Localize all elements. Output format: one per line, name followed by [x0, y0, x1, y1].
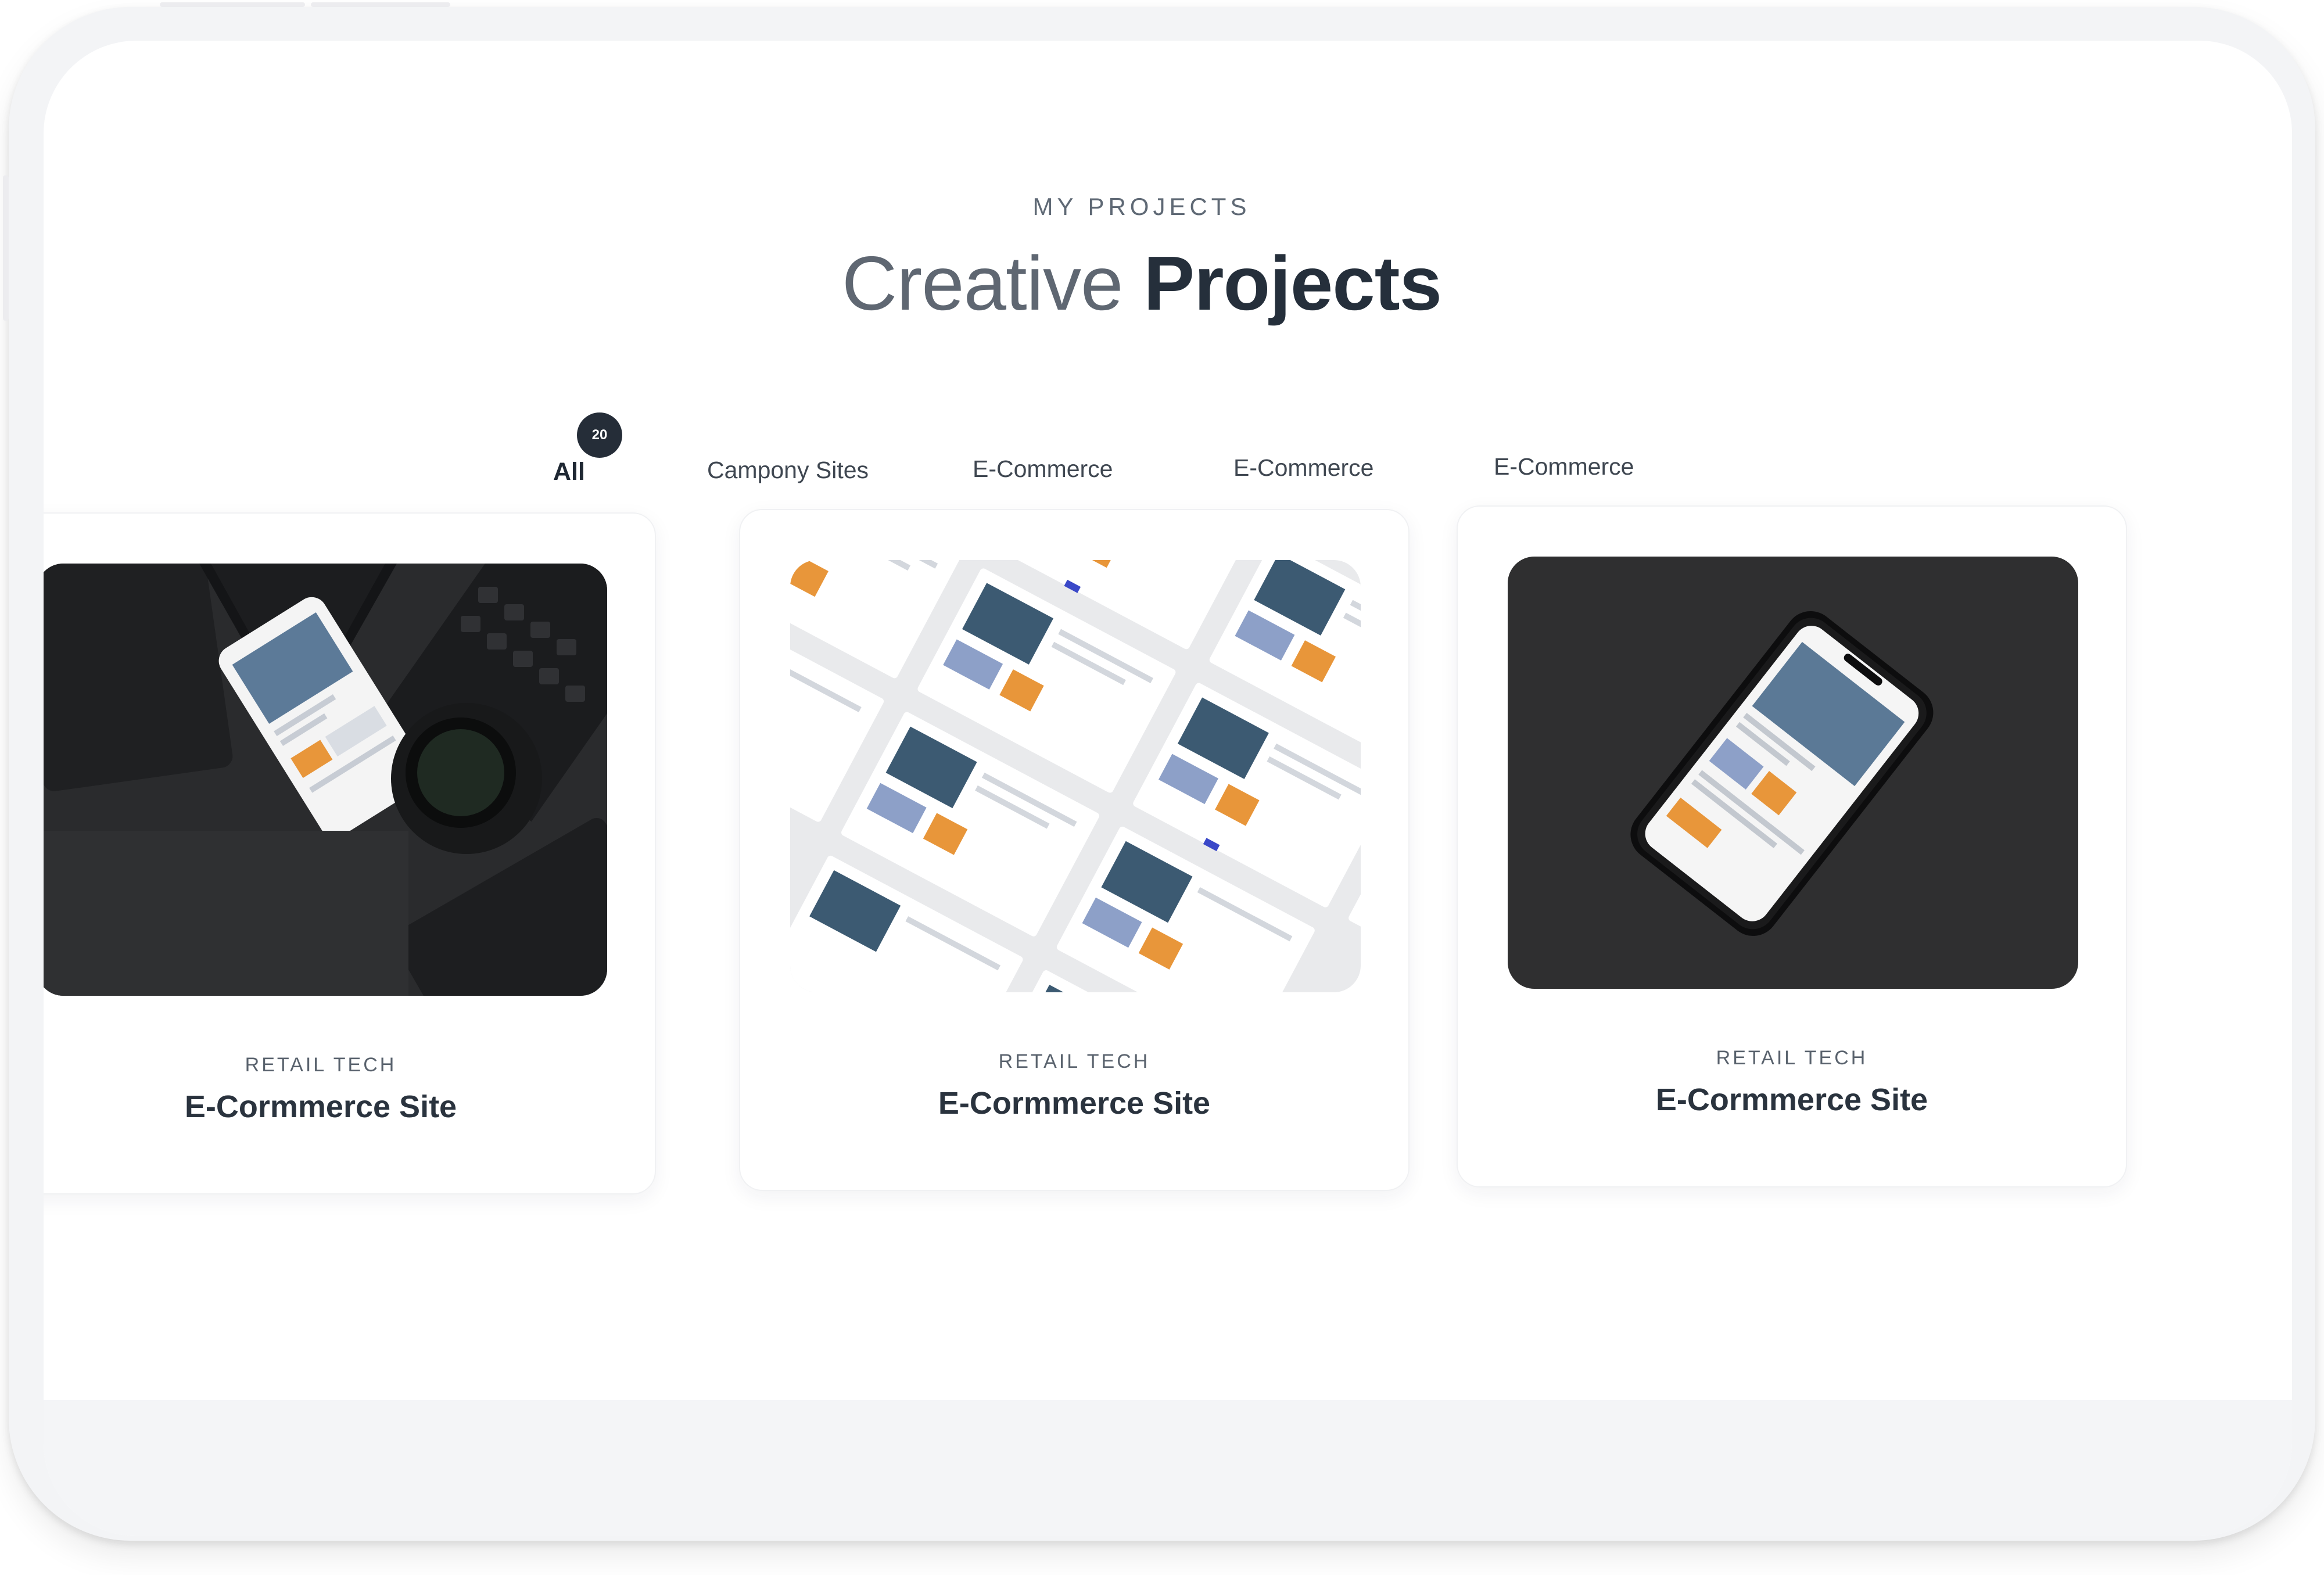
tab-e-commerce-3[interactable]: E-Commerce	[1494, 453, 1634, 480]
screen-footer	[44, 1400, 2292, 1536]
tab-all[interactable]: All	[553, 458, 585, 486]
all-count-badge: 20	[577, 412, 622, 458]
tab-campony-sites[interactable]: Campony Sites	[707, 457, 869, 484]
tablet-frame: MY PROJECTS Creative Projects 20 All Cam…	[3, 2, 2315, 1541]
tab-e-commerce-1[interactable]: E-Commerce	[973, 455, 1113, 483]
screen: MY PROJECTS Creative Projects 20 All Cam…	[44, 41, 2292, 1536]
project-category: RETAIL TECH	[245, 1054, 397, 1076]
project-card[interactable]: RETAIL TECH E-Cormmerce Site	[1457, 505, 2127, 1187]
project-thumbnail	[790, 560, 1361, 992]
page-title: Creative Projects	[44, 239, 2240, 328]
project-thumbnail	[44, 564, 607, 996]
filter-tabs: 20 All Campony Sites E-Commerce E-Commer…	[44, 412, 2292, 494]
section-eyebrow: MY PROJECTS	[1032, 193, 1251, 220]
project-card[interactable]: RETAIL TECH E-Cormmerce Site	[739, 509, 1410, 1191]
page-title-bold: Projects	[1143, 241, 1442, 326]
project-title[interactable]: E-Cormmerce Site	[740, 1085, 1408, 1121]
project-category: RETAIL TECH	[998, 1050, 1150, 1072]
project-title[interactable]: E-Cormmerce Site	[44, 1089, 655, 1125]
tab-e-commerce-2[interactable]: E-Commerce	[1233, 454, 1373, 482]
power-button	[160, 2, 305, 7]
project-title[interactable]: E-Cormmerce Site	[1458, 1082, 2126, 1118]
power-button-secondary	[311, 2, 450, 7]
volume-button	[3, 175, 9, 321]
project-thumbnail	[1508, 557, 2078, 989]
project-card[interactable]: RETAIL TECH E-Cormmerce Site	[44, 512, 656, 1194]
page-title-light: Creative	[841, 241, 1124, 326]
project-category: RETAIL TECH	[1716, 1047, 1868, 1069]
